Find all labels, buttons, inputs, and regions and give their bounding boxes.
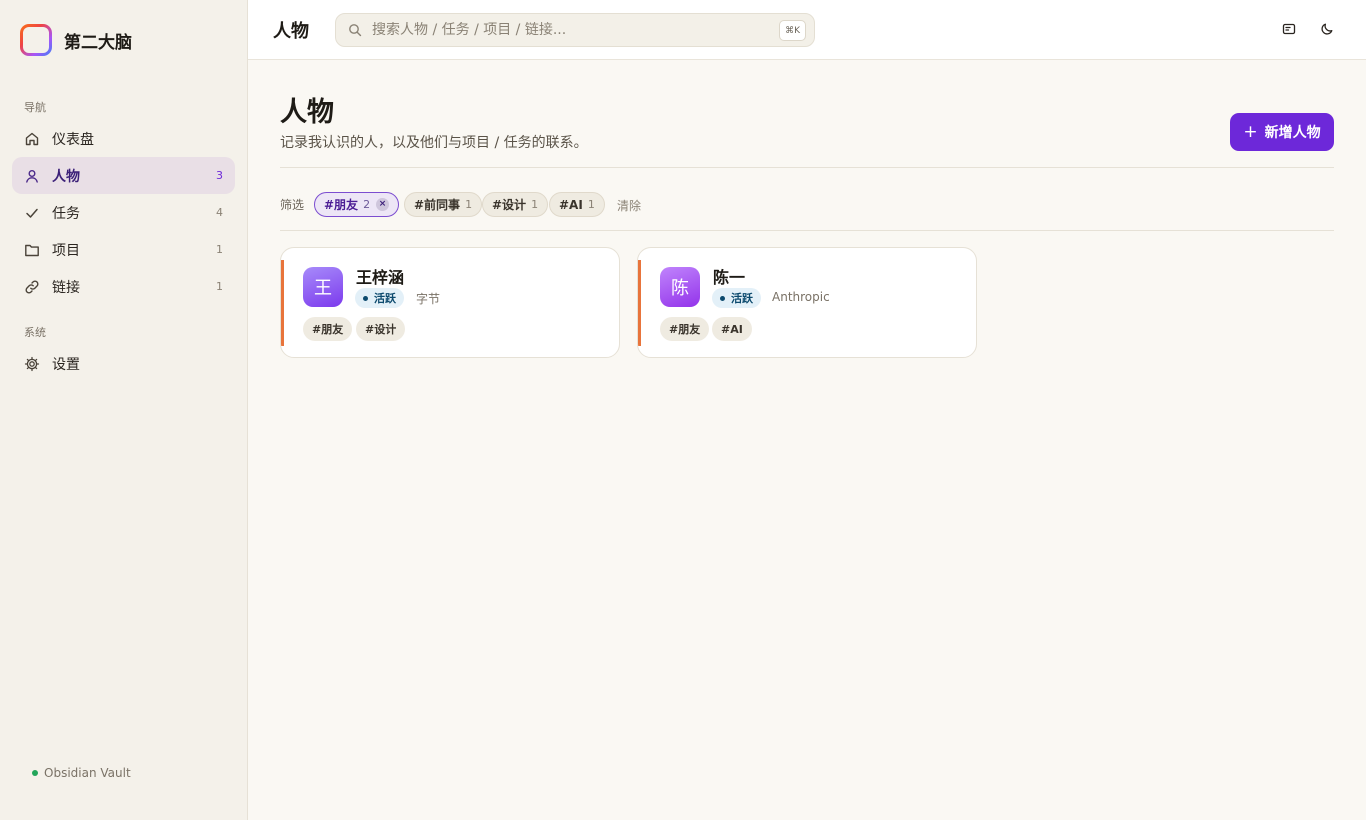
filter-chip-design[interactable]: #设计 1: [482, 192, 549, 217]
folder-icon: [24, 242, 40, 258]
sidebar-item-label: 设置: [52, 356, 80, 373]
person-name: 王梓涵: [356, 268, 405, 287]
topbar: 人物 ⌘K: [248, 0, 1366, 60]
person-tag[interactable]: #AI: [712, 317, 752, 341]
chip-label: #朋友: [324, 198, 359, 212]
card-accent: [281, 260, 284, 346]
sidebar-item-label: 任务: [52, 205, 80, 222]
chip-count: 1: [587, 198, 595, 211]
app-name: 第二大脑: [64, 32, 132, 53]
chip-count: 1: [465, 198, 473, 211]
filter-chip-former-colleague[interactable]: #前同事 1: [404, 192, 483, 217]
sidebar: 第二大脑 导航 仪表盘 人物 3 任务 4 项目 1 链接 1 系统 设置 Ob…: [0, 0, 248, 820]
app-logo-icon: [20, 24, 52, 56]
home-icon: [24, 131, 40, 147]
add-person-button[interactable]: + 新增人物: [1230, 113, 1334, 151]
status-dot-icon: [720, 295, 725, 301]
gear-icon: [24, 356, 40, 372]
system-section-label: 系统: [24, 326, 46, 339]
shortcut-hint: ⌘K: [779, 20, 806, 41]
sidebar-item-count: 1: [216, 280, 223, 293]
topbar-title: 人物: [273, 21, 309, 42]
plus-icon: +: [1243, 122, 1258, 142]
card-accent: [638, 260, 641, 346]
chip-label: #设计: [492, 198, 527, 212]
person-card[interactable]: 陈 陈一 活跃 Anthropic #朋友 #AI: [637, 247, 977, 358]
page-title: 人物: [280, 97, 334, 128]
status-dot-icon: [32, 770, 38, 776]
add-person-label: 新增人物: [1264, 125, 1321, 141]
search-icon: [348, 23, 362, 37]
remove-filter-icon[interactable]: ×: [376, 198, 390, 211]
sidebar-item-people[interactable]: 人物 3: [12, 157, 235, 194]
status-label: 活跃: [731, 292, 753, 305]
check-icon: [24, 205, 40, 221]
status-badge: 活跃: [712, 288, 761, 308]
sidebar-item-dashboard[interactable]: 仪表盘: [12, 120, 235, 157]
chip-count: 2: [363, 198, 371, 211]
person-company: Anthropic: [772, 290, 830, 304]
search-input[interactable]: [372, 22, 762, 38]
sidebar-item-label: 仪表盘: [52, 131, 94, 148]
sidebar-item-projects[interactable]: 项目 1: [12, 231, 235, 268]
filter-chip-ai[interactable]: #AI 1: [549, 192, 605, 217]
person-icon: [24, 168, 40, 184]
panel-icon: [1282, 21, 1296, 40]
vault-status: Obsidian Vault: [32, 766, 131, 780]
sidebar-item-count: 1: [216, 243, 223, 256]
search-box[interactable]: ⌘K: [335, 13, 815, 47]
sidebar-item-links[interactable]: 链接 1: [12, 268, 235, 305]
person-name: 陈一: [713, 268, 746, 287]
chip-label: #AI: [559, 197, 583, 212]
filter-label: 筛选: [280, 198, 305, 212]
status-badge: 活跃: [355, 288, 404, 308]
chip-label: #前同事: [414, 198, 461, 212]
vault-label: Obsidian Vault: [44, 766, 131, 780]
chip-count: 1: [531, 198, 539, 211]
theme-toggle-button[interactable]: [1318, 21, 1336, 39]
status-dot-icon: [363, 295, 368, 301]
filter-divider: [280, 230, 1334, 231]
moon-icon: [1320, 21, 1334, 40]
sidebar-item-count: 3: [216, 169, 223, 182]
sidebar-item-label: 人物: [52, 168, 80, 185]
sidebar-item-count: 4: [216, 206, 223, 219]
brand[interactable]: 第二大脑: [20, 24, 132, 56]
avatar: 王: [303, 267, 343, 307]
header-divider: [280, 167, 1334, 168]
person-tag[interactable]: #设计: [356, 317, 406, 341]
person-card[interactable]: 王 王梓涵 活跃 字节 #朋友 #设计: [280, 247, 620, 358]
clear-filters-button[interactable]: 清除: [617, 197, 641, 214]
status-label: 活跃: [374, 292, 396, 305]
sidebar-item-label: 项目: [52, 242, 80, 259]
sidebar-item-settings[interactable]: 设置: [12, 345, 235, 382]
sidebar-item-label: 链接: [52, 279, 80, 296]
filter-chip-friends[interactable]: #朋友 2 ×: [314, 192, 400, 217]
nav-section-label: 导航: [24, 101, 46, 114]
person-tag[interactable]: #朋友: [303, 317, 353, 341]
sidebar-item-tasks[interactable]: 任务 4: [12, 194, 235, 231]
person-tag[interactable]: #朋友: [660, 317, 710, 341]
link-icon: [24, 279, 40, 295]
person-company: 字节: [416, 292, 441, 306]
avatar: 陈: [660, 267, 700, 307]
page-subtitle: 记录我认识的人，以及他们与项目 / 任务的联系。: [280, 135, 588, 151]
panel-toggle-button[interactable]: [1280, 21, 1298, 39]
